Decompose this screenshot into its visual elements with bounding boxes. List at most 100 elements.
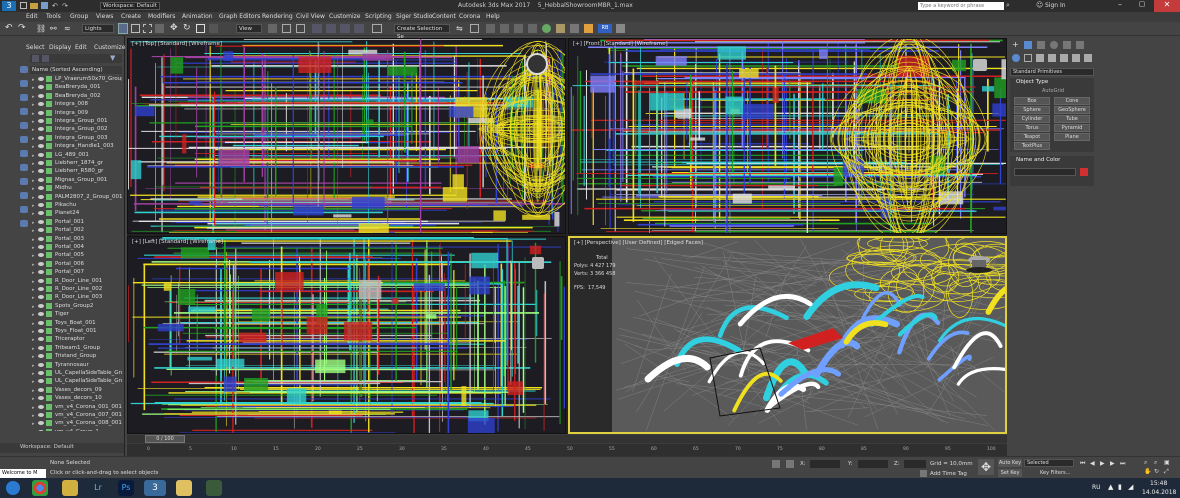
minimize-button[interactable]: – (1110, 0, 1130, 12)
expand-toggle-icon[interactable]: ▸ (32, 336, 37, 343)
scene-explorer-toggle-icon[interactable] (486, 24, 495, 33)
expand-toggle-icon[interactable]: ▸ (32, 320, 37, 327)
app-logo-icon[interactable]: 3 (2, 1, 16, 11)
list-item[interactable]: ▸ Midhu (0, 184, 120, 192)
visibility-icon[interactable] (38, 127, 44, 132)
helpers-category-icon[interactable] (1060, 54, 1068, 62)
align-icon[interactable] (470, 24, 479, 33)
expand-toggle-icon[interactable]: ▸ (32, 152, 37, 159)
list-item[interactable]: ▸ Integra_Group_002 (0, 125, 120, 133)
sign-in-link[interactable]: Sign In (1045, 2, 1066, 9)
visibility-icon[interactable] (38, 102, 44, 107)
language-indicator[interactable]: RU (1092, 484, 1101, 491)
visibility-icon[interactable] (38, 119, 44, 123)
time-slider-thumb[interactable]: 0 / 100 (145, 435, 185, 443)
expand-toggle-icon[interactable]: ▸ (32, 252, 37, 259)
list-item[interactable]: ▸ Vases_decors_10 (0, 394, 120, 402)
expand-toggle-icon[interactable]: ▸ (32, 353, 37, 360)
visibility-icon[interactable] (38, 413, 44, 417)
expand-toggle-icon[interactable]: ▸ (32, 101, 37, 108)
create-selection-set-dropdown[interactable]: Create Selection Se (394, 24, 450, 40)
explorer-tab-select[interactable]: Select (26, 44, 45, 51)
visibility-icon[interactable] (38, 161, 44, 165)
keyboard-shortcut-icon[interactable] (296, 24, 305, 33)
viewcube-left-icon[interactable] (532, 257, 544, 269)
save-file-icon[interactable] (41, 2, 48, 9)
lights-category-icon[interactable] (1036, 54, 1044, 62)
expand-toggle-icon[interactable]: ▸ (32, 387, 37, 394)
time-slider[interactable]: 0 / 100 (127, 435, 1007, 443)
visibility-icon[interactable] (38, 144, 44, 149)
expand-toggle-icon[interactable]: ▸ (32, 244, 37, 251)
list-item[interactable]: ▸ Integra_008 (0, 100, 120, 108)
visibility-icon[interactable] (38, 312, 44, 317)
list-item[interactable]: ▸ vm_v4_Group_1 (0, 428, 120, 431)
list-item[interactable]: ▸ vm_v4_Corona_001_001 (0, 403, 122, 411)
viewport-perspective-label[interactable]: [+] [Perspective] [User Defined] [Edged … (574, 240, 703, 246)
list-item[interactable]: ▸ Toys_Boat_001 (0, 319, 120, 327)
visibility-icon[interactable] (38, 261, 44, 266)
expand-toggle-icon[interactable]: ▸ (32, 76, 37, 83)
undo-icon[interactable]: ↶ (52, 2, 58, 10)
viewport-left[interactable]: [+] [Left] [Standard] [Wireframe] (127, 236, 566, 434)
list-item[interactable]: ▸ R_Door_Line_003 (0, 293, 120, 301)
primitive-type-dropdown[interactable]: Standard Primitives (1010, 68, 1094, 76)
visibility-icon[interactable] (38, 320, 44, 325)
viewcube-top-icon[interactable] (526, 53, 548, 75)
set-key-mode-icon[interactable]: ✥ (978, 459, 994, 475)
list-item[interactable]: ▸ Portal_007 (0, 268, 120, 276)
visibility-icon[interactable] (38, 329, 44, 333)
previous-frame-icon[interactable]: ◀ (1090, 460, 1095, 467)
close-button[interactable]: ✕ (1154, 0, 1180, 12)
list-item[interactable]: ▸ BeaBreryda_002 (0, 92, 120, 100)
list-item[interactable]: ▸ Integra_Group_001 (0, 117, 120, 125)
bind-space-warp-icon[interactable]: ≈ (64, 24, 71, 33)
expand-toggle-icon[interactable]: ▸ (32, 227, 37, 234)
visibility-icon[interactable] (38, 236, 44, 241)
expand-toggle-icon[interactable]: ▸ (32, 194, 37, 201)
maximize-viewport-icon[interactable]: ⤢ (1164, 468, 1169, 476)
list-item[interactable]: ▸ Spots_Group2 (0, 302, 120, 310)
workspace-dropdown[interactable]: Workspace: Default (100, 2, 160, 10)
list-item[interactable]: ▸ Tyrannosaur (0, 361, 120, 369)
expand-toggle-icon[interactable]: ▸ (32, 404, 37, 411)
list-item[interactable]: ▸ LP_Vraerum50x70_Group (0, 75, 122, 83)
visibility-icon[interactable] (38, 303, 44, 308)
menu-item-modifiers[interactable]: Modifiers (148, 13, 175, 20)
unlink-icon[interactable]: ⚯ (50, 24, 57, 33)
z-coord-field[interactable] (904, 460, 926, 468)
expand-toggle-icon[interactable]: ▸ (32, 294, 37, 301)
menu-item-corona[interactable]: Corona (459, 13, 480, 20)
motion-tab-icon[interactable] (1050, 41, 1058, 49)
schematic-view-icon[interactable] (528, 24, 537, 33)
rendered-frame-window-icon[interactable] (570, 24, 579, 33)
visibility-icon[interactable] (38, 295, 44, 300)
visibility-icon[interactable] (38, 287, 44, 291)
plugin-icon[interactable] (616, 24, 625, 33)
expand-toggle-icon[interactable]: ▸ (32, 420, 37, 427)
search-input[interactable]: Type a keyword or phrase (918, 2, 1004, 10)
y-coord-field[interactable] (858, 460, 888, 468)
visibility-icon[interactable] (38, 77, 44, 81)
visibility-icon[interactable] (38, 85, 44, 90)
expand-toggle-icon[interactable]: ▸ (32, 278, 37, 285)
utilities-tab-icon[interactable] (1076, 41, 1084, 49)
list-item[interactable]: ▸ Triceraptor (0, 335, 120, 343)
layer-explorer-icon[interactable] (500, 24, 509, 33)
visibility-icon[interactable] (38, 429, 44, 431)
snap-toggle-icon[interactable] (312, 24, 322, 33)
list-item[interactable]: ▸ PALM2807_2_Group_001 (0, 193, 122, 201)
viewport-top-label[interactable]: [+] [Top] [Standard] [Wireframe] (132, 41, 222, 47)
zoom-icon[interactable]: ⌕ (1144, 459, 1147, 467)
menu-item-help[interactable]: Help (486, 13, 500, 20)
timeline-track[interactable]: 0 5 10 15 20 25 30 35 40 45 50 55 60 65 70 75 80 85 90 95 10… (127, 444, 1007, 456)
systems-category-icon[interactable] (1084, 54, 1092, 62)
render-production-icon[interactable] (584, 24, 593, 33)
visibility-icon[interactable] (38, 362, 44, 367)
new-file-icon[interactable] (20, 2, 27, 9)
expand-toggle-icon[interactable]: ▸ (32, 362, 37, 369)
visibility-icon[interactable] (38, 194, 44, 199)
file-explorer-icon[interactable] (176, 480, 192, 496)
menu-item-siger-studio[interactable]: Siger Studio (396, 13, 432, 20)
autogrid-checkbox[interactable]: AutoGrid (1042, 88, 1064, 94)
